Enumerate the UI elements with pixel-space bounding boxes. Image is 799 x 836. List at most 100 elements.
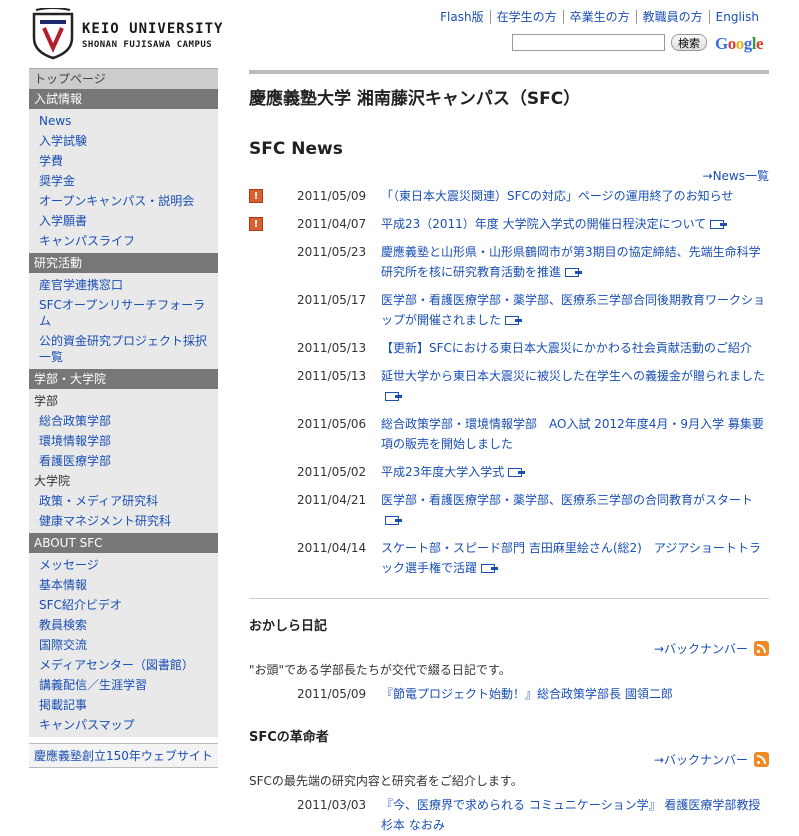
news-title[interactable]: 延世大学から東日本大震災に被災した在学生への義援金が贈られました (381, 369, 765, 383)
sidebar-section-research: 研究活動 (29, 253, 218, 273)
keio-logo[interactable]: KEIO UNIVERSITY SHONAN FUJISAWA CAMPUS (30, 8, 260, 60)
nav-faculty[interactable]: 教職員の方 (635, 10, 709, 24)
sidebar-item-lectures[interactable]: 講義配信／生涯学習 (29, 675, 218, 695)
okashira-backnumber-link[interactable]: →バックナンバー (654, 642, 748, 656)
search-input[interactable] (512, 34, 665, 51)
news-date: 2011/05/09 (297, 189, 367, 203)
logo-university-name: KEIO UNIVERSITY (82, 21, 224, 37)
news-title[interactable]: 医学部・看護医療学部・薬学部、医療系三学部合同後期教育ワークショップが開催されま… (381, 293, 765, 327)
news-title[interactable]: 医学部・看護医療学部・薬学部、医療系三学部の合同教育がスタート (381, 493, 753, 507)
sidebar-item-scholarship[interactable]: 奨学金 (29, 171, 218, 191)
news-date: 2011/05/02 (297, 465, 367, 479)
external-link-icon (385, 392, 402, 401)
google-logo: Google (715, 34, 764, 53)
top-navigation: Flash版 在学生の方 卒業生の方 教職員の方 English (434, 10, 765, 24)
news-item: 2011/05/13 延世大学から東日本大震災に被災した在学生への義援金が贈られ… (249, 366, 769, 406)
news-date: 2011/04/21 (297, 493, 367, 507)
okashira-heading: おかしら日記 (249, 619, 328, 634)
sidebar-item-media[interactable]: 政策・メディア研究科 (29, 491, 218, 511)
logo-campus-name: SHONAN FUJISAWA CAMPUS (82, 40, 213, 50)
news-item: 2011/05/23 慶應義塾と山形県・山形県鶴岡市が第3期目の協定締結、先端生… (249, 242, 769, 282)
news-title[interactable]: 平成23年度大学入学式 (381, 465, 504, 479)
news-heading: SFC News (249, 139, 343, 159)
sidebar-item-library[interactable]: メディアセンター（図書館） (29, 655, 218, 675)
nav-flash[interactable]: Flash版 (434, 10, 489, 24)
sidebar-item-campus-life[interactable]: キャンパスライフ (29, 231, 218, 251)
external-link-icon (565, 268, 583, 277)
external-link-icon (385, 516, 402, 525)
sidebar-section-admissions: 入試情報 (29, 89, 218, 109)
news-title[interactable]: 「（東日本大震災関連）SFCの対応」ページの運用終了のお知らせ (381, 189, 733, 203)
sidebar-item-news[interactable]: News (29, 111, 218, 131)
sidebar-item-open-campus[interactable]: オープンキャンパス・説明会 (29, 191, 218, 211)
nav-students[interactable]: 在学生の方 (489, 10, 563, 24)
alert-icon: ! (249, 189, 263, 203)
okashira-date: 2011/05/09 (297, 687, 367, 701)
external-link-icon (481, 564, 499, 573)
top-rule (249, 70, 769, 74)
news-item: 2011/05/06 総合政策学部・環境情報学部 AO入試 2012年度4月・9… (249, 414, 769, 454)
sidebar-item-articles[interactable]: 掲載記事 (29, 695, 218, 715)
external-link-icon (508, 468, 526, 477)
external-link-icon (710, 220, 728, 229)
rss-icon[interactable] (754, 752, 769, 767)
kakumei-backnumber-link[interactable]: →バックナンバー (654, 753, 748, 767)
news-date: 2011/05/23 (297, 245, 367, 259)
news-title[interactable]: 総合政策学部・環境情報学部 AO入試 2012年度4月・9月入学 募集要項の販売… (381, 417, 764, 451)
sidebar-item-international[interactable]: 国際交流 (29, 635, 218, 655)
search-button[interactable]: 検索 (671, 34, 707, 51)
news-list: ! 2011/05/09 「（東日本大震災関連）SFCの対応」ページの運用終了の… (249, 186, 769, 578)
sidebar-item-message[interactable]: メッセージ (29, 555, 218, 575)
alert-icon: ! (249, 217, 263, 231)
news-item: ! 2011/05/09 「（東日本大震災関連）SFCの対応」ページの運用終了の… (249, 186, 769, 206)
kakumei-heading: SFCの革命者 (249, 730, 329, 745)
sidebar-item-orf[interactable]: SFCオープンリサーチフォーラム (29, 295, 218, 331)
news-item: 2011/04/14 スケート部・スピード部門 吉田麻里絵さん(総2) アジアシ… (249, 538, 769, 578)
nav-english[interactable]: English (708, 10, 765, 24)
sidebar-item-video[interactable]: SFC紹介ビデオ (29, 595, 218, 615)
sidebar-section-about: ABOUT SFC (29, 533, 218, 553)
news-title[interactable]: 平成23（2011）年度 大学院入学式の開催日程決定について (381, 217, 706, 231)
rss-icon[interactable] (754, 641, 769, 656)
okashira-description: "お頭"である学部長たちが交代で綴る日記です。 (249, 663, 511, 677)
sidebar-item-tuition[interactable]: 学費 (29, 151, 218, 171)
sidebar-section-faculties: 学部・大学院 (29, 369, 218, 389)
sidebar-item-health[interactable]: 健康マネジメント研究科 (29, 511, 218, 531)
news-item: 2011/05/02 平成23年度大学入学式 (249, 462, 769, 482)
okashira-title[interactable]: 『節電プロジェクト始動！』総合政策学部長 國領二郎 (381, 687, 673, 701)
news-list-link[interactable]: →News一覧 (703, 169, 769, 183)
sidebar-item-basic-info[interactable]: 基本情報 (29, 575, 218, 595)
sidebar-item-application[interactable]: 入学願書 (29, 211, 218, 231)
news-item: 2011/04/21 医学部・看護医療学部・薬学部、医療系三学部の合同教育がスタ… (249, 490, 769, 530)
nav-alumni[interactable]: 卒業生の方 (562, 10, 636, 24)
sidebar-item-policy[interactable]: 総合政策学部 (29, 411, 218, 431)
sidebar-item-faculty-search[interactable]: 教員検索 (29, 615, 218, 635)
kakumei-section: SFCの革命者 →バックナンバー SFCの最先端の研究内容と研究者をご紹介します… (249, 726, 769, 835)
main-content: 慶應義塾大学 湘南藤沢キャンパス（SFC） SFC News →News一覧 !… (249, 70, 769, 835)
sidebar-top-page[interactable]: トップページ (29, 68, 218, 89)
section-divider (249, 598, 769, 599)
sidebar-item-industry[interactable]: 産官学連携窓口 (29, 275, 218, 295)
news-date: 2011/05/13 (297, 369, 367, 383)
sidebar-150th-link[interactable]: 慶應義塾創立150年ウェブサイト (29, 743, 218, 768)
news-title[interactable]: スケート部・スピード部門 吉田麻里絵さん(総2) アジアショートトラック選手権で… (381, 541, 761, 575)
news-item: 2011/05/17 医学部・看護医療学部・薬学部、医療系三学部合同後期教育ワー… (249, 290, 769, 330)
kakumei-date: 2011/03/03 (297, 798, 367, 812)
okashira-item: 2011/05/09 『節電プロジェクト始動！』総合政策学部長 國領二郎 (249, 684, 769, 704)
news-date: 2011/05/13 (297, 341, 367, 355)
kakumei-title[interactable]: 『今、医療界で求められる コミュニケーション学』 看護医療学部教授 杉本 なおみ (381, 798, 760, 832)
news-title[interactable]: 【更新】SFCにおける東日本大震災にかかわる社会貢献活動のご紹介 (381, 341, 752, 355)
external-link-icon (505, 316, 523, 325)
page-title: 慶應義塾大学 湘南藤沢キャンパス（SFC） (249, 89, 581, 109)
search-form: 検索 (512, 34, 707, 51)
news-date: 2011/04/14 (297, 541, 367, 555)
keio-crest-icon (32, 8, 74, 60)
sidebar-item-nursing[interactable]: 看護医療学部 (29, 451, 218, 471)
news-date: 2011/05/17 (297, 293, 367, 307)
sidebar-item-exam[interactable]: 入学試験 (29, 131, 218, 151)
sidebar-item-environment[interactable]: 環境情報学部 (29, 431, 218, 451)
kakumei-description: SFCの最先端の研究内容と研究者をご紹介します。 (249, 774, 523, 788)
sidebar-item-campus-map[interactable]: キャンパスマップ (29, 715, 218, 735)
news-date: 2011/04/07 (297, 217, 367, 231)
sidebar-item-public-fund[interactable]: 公的資金研究プロジェクト採択一覧 (29, 331, 218, 367)
